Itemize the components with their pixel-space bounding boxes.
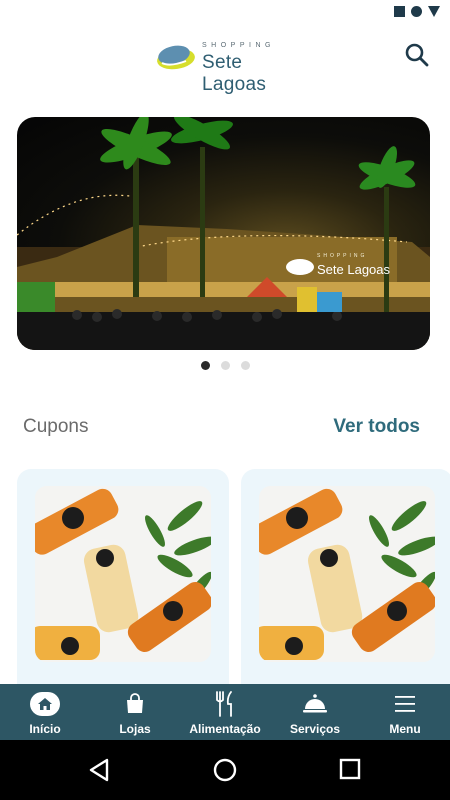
home-system-button[interactable] xyxy=(213,758,237,787)
hamburger-icon xyxy=(390,690,420,718)
logo-main-text: Sete Lagoas xyxy=(202,52,267,95)
nav-label: Serviços xyxy=(289,722,341,736)
nav-item-inicio[interactable]: Início xyxy=(0,684,90,740)
shopping-logo[interactable]: SHOPPING Sete Lagoas xyxy=(156,40,296,95)
nav-label: Início xyxy=(29,722,61,736)
coupon-image xyxy=(35,486,211,662)
nav-item-alimentacao[interactable]: Alimentação xyxy=(180,684,270,740)
nav-icon-wrap xyxy=(30,690,60,718)
search-icon xyxy=(405,43,429,67)
nav-item-lojas[interactable]: Lojas xyxy=(90,684,180,740)
stop-icon xyxy=(394,6,405,17)
home-circle-icon xyxy=(213,758,237,782)
section-title-cupons: Cupons xyxy=(23,416,89,437)
back-triangle-icon xyxy=(89,758,109,782)
see-all-link[interactable]: Ver todos xyxy=(333,416,420,438)
coupon-image xyxy=(259,486,435,662)
recents-button[interactable] xyxy=(339,758,361,785)
system-navigation-bar xyxy=(0,740,450,800)
record-icon xyxy=(411,6,422,17)
home-icon xyxy=(30,692,60,716)
carousel-dot-2[interactable] xyxy=(220,361,230,370)
banner-carousel[interactable]: SHOPPING Sete Lagoas xyxy=(17,117,430,350)
carousel-indicator xyxy=(0,361,450,370)
sign-small-text: SHOPPING xyxy=(317,253,367,259)
coupon-card[interactable] xyxy=(241,469,450,699)
app-header: SHOPPING Sete Lagoas xyxy=(0,24,450,95)
status-bar xyxy=(0,0,450,24)
carousel-dot-3[interactable] xyxy=(240,361,250,370)
service-bell-icon xyxy=(300,690,330,718)
logo-small-text: SHOPPING xyxy=(202,42,275,49)
recents-square-icon xyxy=(339,758,361,780)
search-button[interactable] xyxy=(404,42,430,68)
nav-item-servicos[interactable]: Serviços xyxy=(270,684,360,740)
nav-item-menu[interactable]: Menu xyxy=(360,684,450,740)
coupon-card[interactable] xyxy=(17,469,229,699)
nav-label: Lojas xyxy=(119,722,151,736)
fork-knife-icon xyxy=(210,690,240,718)
status-icons xyxy=(394,6,440,17)
app-screen: SHOPPING Sete Lagoas SHOPPING Sete Lagoa… xyxy=(0,0,450,800)
signal-icon xyxy=(428,6,440,17)
nav-label: Menu xyxy=(389,722,421,736)
banner-image: SHOPPING Sete Lagoas xyxy=(17,117,430,350)
back-button[interactable] xyxy=(88,758,110,787)
logo-mark-icon xyxy=(157,45,195,70)
nav-label: Alimentação xyxy=(189,722,261,736)
carousel-dot-1[interactable] xyxy=(200,361,210,370)
shopping-bag-icon xyxy=(120,690,150,718)
bottom-navigation: Início Lojas Alimentação Serviços Menu xyxy=(0,684,450,740)
sign-text: Sete Lagoas xyxy=(317,262,391,277)
